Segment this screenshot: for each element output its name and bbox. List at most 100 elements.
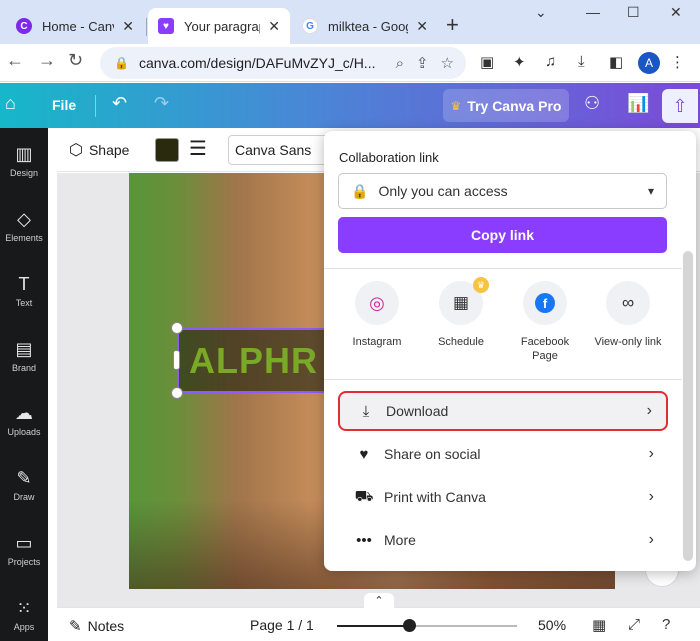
share-option-view-only-link[interactable]: ∞ View-only link <box>588 281 668 349</box>
zoom-slider-fill <box>337 625 409 627</box>
tab-separator <box>146 18 147 36</box>
rail-label: Apps <box>13 622 35 632</box>
lock-icon[interactable]: 🔒 <box>114 56 129 70</box>
crown-icon: ♛ <box>450 98 462 113</box>
side-panel-icon[interactable]: ◧ <box>609 53 623 71</box>
search-icon[interactable]: ⌕ <box>396 55 404 72</box>
help-question-icon[interactable]: ? <box>662 616 670 633</box>
new-tab-button[interactable]: + <box>446 12 459 38</box>
notes-button[interactable]: ✎ Notes <box>69 617 124 635</box>
insights-icon[interactable]: 📊 <box>627 93 649 114</box>
access-dropdown[interactable]: 🔒 Only you can access ▾ <box>338 173 667 209</box>
font-selector[interactable]: Canva Sans <box>228 135 338 165</box>
calendar-icon-circle: ▦ ♛ <box>439 277 489 325</box>
color-swatch[interactable] <box>155 138 179 162</box>
share-option-label: Facebook Page <box>520 336 570 362</box>
facebook-icon-circle: f <box>523 281 567 325</box>
rail-item-elements[interactable]: ◇ Elements <box>0 201 48 257</box>
rail-label: Projects <box>7 557 41 567</box>
print-with-canva-menu-item[interactable]: ⛟ Print with Canva › <box>338 477 668 517</box>
lock-icon: 🔒 <box>351 182 369 199</box>
media-icon[interactable]: ♫ <box>545 53 556 70</box>
undo-icon[interactable]: ↶ <box>112 93 127 114</box>
tab-your-paragraph[interactable]: ♥ Your paragraph ✕ <box>148 8 290 44</box>
rail-label: Elements <box>5 233 43 243</box>
address-bar-row: ← → ↻ 🔒 canva.com/design/DAFuMvZYJ_c/H..… <box>0 44 700 82</box>
folder-icon: ▭ <box>15 533 33 553</box>
share-option-instagram[interactable]: ◎ Instagram <box>337 281 417 349</box>
screenshot-extension-icon[interactable]: ▣ <box>480 53 494 71</box>
omnibox[interactable]: 🔒 canva.com/design/DAFuMvZYJ_c/H... ⌕ ⇪ … <box>100 47 466 79</box>
rail-item-uploads[interactable]: ☁ Uploads <box>0 395 48 451</box>
try-canva-pro-button[interactable]: ♛ Try Canva Pro <box>443 89 569 122</box>
rail-item-apps[interactable]: ⁙ Apps <box>0 590 48 641</box>
grid-view-icon[interactable]: ▦ <box>592 616 606 634</box>
rail-label: Design <box>9 168 38 178</box>
fullscreen-icon[interactable]: ⤢ <box>628 616 640 633</box>
star-icon[interactable]: ☆ <box>441 54 454 72</box>
shape-button[interactable]: ⬡ Shape <box>69 140 129 160</box>
share-option-facebook-page[interactable]: f Facebook Page <box>505 281 585 363</box>
chevron-right-icon: › <box>648 488 654 505</box>
add-people-icon[interactable]: ⚇ <box>584 93 600 114</box>
puzzle-icon[interactable]: ✦ <box>513 53 526 71</box>
resize-handle-left[interactable] <box>173 350 180 370</box>
resize-handle-bottom-left[interactable] <box>171 387 183 399</box>
forward-arrow-icon[interactable]: → <box>38 50 56 71</box>
chevron-down-icon[interactable]: ⌄ <box>535 4 547 21</box>
try-pro-label: Try Canva Pro <box>467 97 562 114</box>
file-menu-button[interactable]: File <box>52 97 76 113</box>
maximize-icon[interactable]: ☐ <box>627 4 640 21</box>
selected-text-box[interactable]: ALPHR <box>177 328 337 393</box>
rail-item-design[interactable]: ▥ Design <box>0 136 48 192</box>
share-option-schedule[interactable]: ▦ ♛ Schedule <box>421 277 501 349</box>
redo-icon[interactable]: ↷ <box>154 93 169 114</box>
chevron-right-icon: › <box>648 531 654 548</box>
close-icon[interactable]: ✕ <box>416 18 428 35</box>
close-icon[interactable]: ✕ <box>268 18 280 35</box>
zoom-slider-knob[interactable] <box>403 619 416 632</box>
reload-icon[interactable]: ↻ <box>68 50 83 71</box>
url-text[interactable]: canva.com/design/DAFuMvZYJ_c/H... <box>139 55 396 71</box>
chevron-up-icon[interactable]: ⌃ <box>364 593 394 609</box>
close-icon[interactable]: ✕ <box>122 18 134 35</box>
download-menu-item[interactable]: ⤓ Download › <box>338 391 668 431</box>
rail-item-text[interactable]: T Text <box>0 266 48 322</box>
panel-scrollbar-thumb[interactable] <box>683 251 693 561</box>
zoom-slider[interactable] <box>337 619 517 632</box>
share-option-label: Instagram <box>352 336 402 348</box>
rail-item-draw[interactable]: ✎ Draw <box>0 460 48 516</box>
resize-handle-top-left[interactable] <box>171 322 183 334</box>
share-upload-icon: ⇧ <box>672 95 688 116</box>
more-menu-item[interactable]: ••• More › <box>338 520 668 560</box>
avatar[interactable]: A <box>638 52 660 74</box>
rail-item-brand[interactable]: ▤ Brand <box>0 331 48 387</box>
back-arrow-icon[interactable]: ← <box>6 50 24 71</box>
border-style-icon[interactable]: ☰ <box>189 136 207 161</box>
left-rail: ▥ Design ◇ Elements T Text ▤ Brand ☁ Upl… <box>0 128 48 641</box>
rail-item-projects[interactable]: ▭ Projects <box>0 525 48 581</box>
copy-link-button[interactable]: Copy link <box>338 217 667 253</box>
access-value: Only you can access <box>378 183 508 199</box>
window-close-icon[interactable]: ✕ <box>670 4 682 21</box>
tab-home-canva[interactable]: C Home - Canva ✕ <box>6 8 144 44</box>
rail-label: Brand <box>11 363 37 373</box>
tab-title: Your paragraph <box>184 18 260 34</box>
home-icon[interactable]: ⌂ <box>5 93 16 114</box>
share-page-icon[interactable]: ⇪ <box>416 54 429 72</box>
chevron-right-icon: › <box>648 445 654 462</box>
zoom-level[interactable]: 50% <box>538 617 566 633</box>
tab-title: Home - Canva <box>42 18 114 34</box>
share-panel: Collaboration link 🔒 Only you can access… <box>324 131 696 571</box>
minimize-icon[interactable]: — <box>586 4 600 20</box>
share-on-social-menu-item[interactable]: ♥ Share on social › <box>338 434 668 474</box>
canvas-text[interactable]: ALPHR <box>189 340 318 382</box>
instagram-icon: ◎ <box>369 292 385 313</box>
share-button[interactable]: ⇧ <box>662 89 698 123</box>
instagram-icon-circle: ◎ <box>355 281 399 325</box>
panel-scrollbar[interactable] <box>680 131 696 571</box>
tab-milktea-google[interactable]: G milktea - Goog ✕ <box>292 8 438 44</box>
page-indicator[interactable]: Page 1 / 1 <box>250 617 314 633</box>
kebab-menu-icon[interactable]: ⋮ <box>670 53 685 71</box>
download-bar-icon[interactable]: ⤓ <box>578 53 585 70</box>
